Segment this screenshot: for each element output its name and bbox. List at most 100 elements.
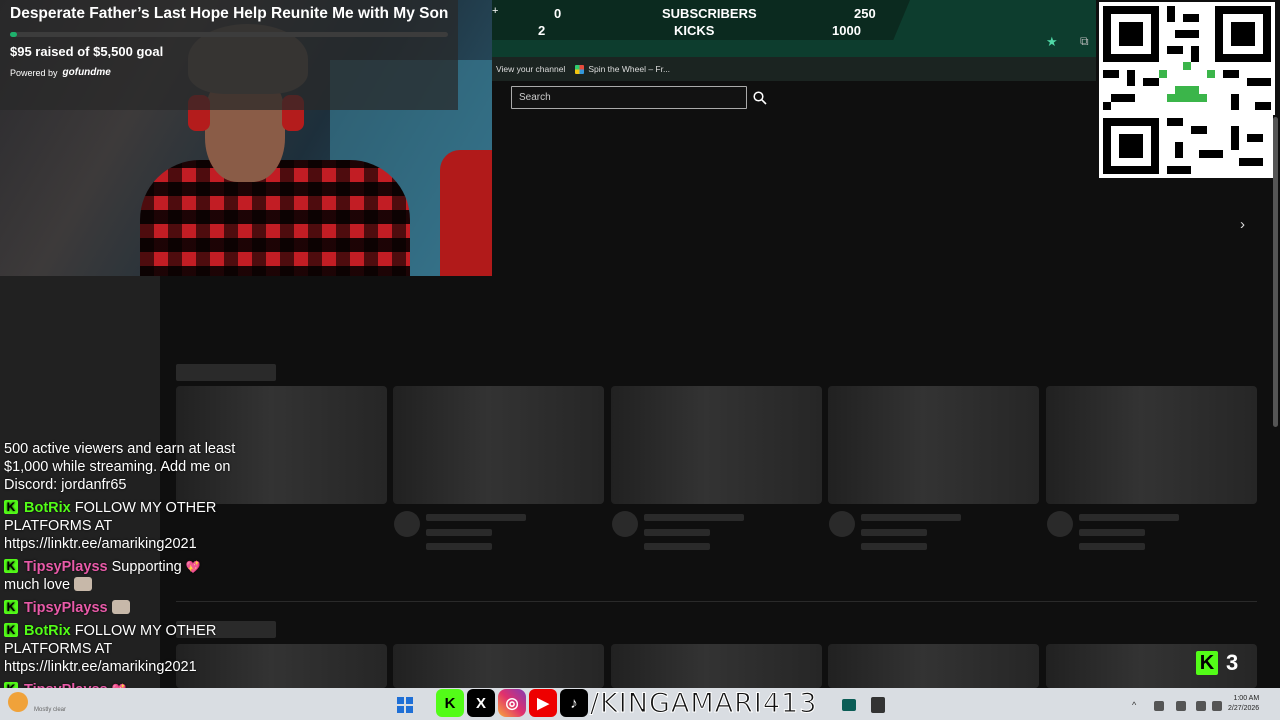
channel-avatar-placeholder [612,511,638,537]
gofundme-raised: $95 raised of $5,500 goal [10,44,164,59]
clock-date: 2/27/2026 [1228,705,1260,712]
scrollbar[interactable] [1273,115,1280,688]
bookmark-spin-wheel[interactable]: Spin the Wheel – Fr... [575,64,670,74]
spin-wheel-icon [575,64,585,74]
kick-icon[interactable]: K [436,689,464,717]
wifi-icon[interactable] [1196,701,1206,711]
search-icon [753,90,767,105]
channel-avatar-placeholder [394,511,420,537]
section-title-placeholder [176,364,276,381]
video-thumbnail-placeholder[interactable] [828,386,1039,504]
chat-partial-message: $1,000 while streaming. Add me on Discor… [4,458,274,494]
chat-message: K BotRix FOLLOW MY OTHER PLATFORMS AT htt… [4,499,274,553]
video-thumbnail-placeholder[interactable] [393,386,604,504]
title-line-placeholder [861,514,961,521]
volume-icon[interactable] [1212,701,1222,711]
windows-start-icon[interactable] [397,697,413,713]
qr-code [1099,2,1275,178]
kick-count-value: 3 [1226,650,1239,675]
title-line-placeholder [426,514,526,521]
cat-emote [111,600,130,614]
youtube-icon[interactable]: ▶ [529,689,557,717]
system-clock[interactable]: 1:00 AM 2/27/2026 [1228,694,1259,714]
powered-by-label: Powered by [10,67,58,78]
instagram-icon[interactable]: ◎ [498,689,526,717]
search-button[interactable] [749,86,771,109]
streamer-handle: /KINGAMARI413 [589,688,818,720]
bookmarks-bar: View your channel Spin the Wheel – Fr... [492,57,1096,81]
chat-message: K TipsyPlayss Supporting 💖 much love [4,558,274,594]
title-line-placeholder [1079,514,1179,521]
kicks-goal: 1000 [832,23,861,38]
clock-time: 1:00 AM [1233,695,1260,702]
subscribers-current: 0 [554,6,562,21]
chat-overlay: 500 active viewers and earn at least $1,… [4,440,274,704]
subscribers-label: SUBSCRIBERS [662,6,757,21]
weather-icon[interactable] [8,692,28,712]
title-line-placeholder [644,543,710,550]
cat-emote [74,577,93,591]
kick-counter: K 3 [1196,650,1238,676]
bookmark-view-channel[interactable]: View your channel [496,64,565,74]
social-icons-bar: K X ◎ ▶ ♪ [436,689,588,717]
video-thumbnail-placeholder[interactable] [611,386,822,504]
sparkle-heart-emoji: 💖 [185,560,201,574]
cloud-icon[interactable] [1154,701,1164,711]
channel-avatar-placeholder [1047,511,1073,537]
title-line-placeholder [1079,529,1145,536]
microphone-icon[interactable] [1176,701,1186,711]
bookmark-star-icon[interactable]: ★ [1046,34,1058,50]
title-line-placeholder [426,529,492,536]
chat-partial-line: Discord: jordanfr65 [4,477,127,493]
gofundme-widget: Desperate Father’s Last Hope Help Reunit… [0,0,458,110]
kick-logo-icon: K [1196,651,1218,675]
chevron-up-icon[interactable]: ^ [1132,700,1136,710]
streamer-shirt [140,160,410,276]
weather-text: Mostly clear [34,707,67,713]
gofundme-title: Desperate Father’s Last Hope Help Reunit… [10,5,449,22]
title-line-placeholder [861,543,927,550]
chat-username: BotRix [24,623,71,639]
chat-partial-line: $1,000 while streaming. Add me on [4,459,231,475]
weather-widget[interactable]: Mostly clear [34,694,66,714]
kicks-current: 2 [538,23,546,38]
chat-text: much love [4,577,71,593]
app-icon[interactable] [842,699,856,711]
chat-text: Supporting [111,559,182,575]
title-line-placeholder [861,529,927,536]
kick-badge-icon: K [4,623,18,637]
plus-icon[interactable]: + [492,5,498,17]
kick-badge-icon: K [4,559,18,573]
video-thumbnail-placeholder[interactable] [393,644,604,688]
kick-badge-icon: K [4,500,18,514]
title-line-placeholder [1079,543,1145,550]
goal-stats-overlay: + 0 SUBSCRIBERS 250 2 KICKS 1000 [492,0,910,40]
subscribers-goal: 250 [854,6,876,21]
extensions-icon[interactable]: ⧉ [1080,34,1089,49]
qr-code-icon [1103,6,1271,174]
video-thumbnail-placeholder[interactable] [1046,386,1257,504]
chat-message: K BotRix FOLLOW MY OTHER PLATFORMS AT htt… [4,622,274,676]
chat-username: TipsyPlayss [24,600,108,616]
gofundme-progress-bar [10,32,448,37]
chat-message: K TipsyPlayss [4,599,274,617]
gaming-chair [440,150,492,276]
chat-username: TipsyPlayss [24,559,108,575]
gofundme-progress-fill [10,32,18,37]
gofundme-logo: gofundme [62,67,111,78]
channel-avatar-placeholder [829,511,855,537]
search-input[interactable]: Search [511,86,747,109]
title-line-placeholder [644,529,710,536]
title-line-placeholder [426,543,492,550]
epic-games-icon[interactable] [871,697,885,713]
scrollbar-thumb[interactable] [1273,117,1278,427]
section-divider [176,601,1257,602]
x-icon[interactable]: X [467,689,495,717]
chat-username: BotRix [24,500,71,516]
tiktok-icon[interactable]: ♪ [560,689,588,717]
video-thumbnail-placeholder[interactable] [828,644,1039,688]
chat-partial-line: 500 active viewers and earn at least [4,441,236,457]
video-thumbnail-placeholder[interactable] [611,644,822,688]
chevron-right-icon[interactable]: › [1240,216,1245,233]
kicks-label: KICKS [674,23,715,38]
